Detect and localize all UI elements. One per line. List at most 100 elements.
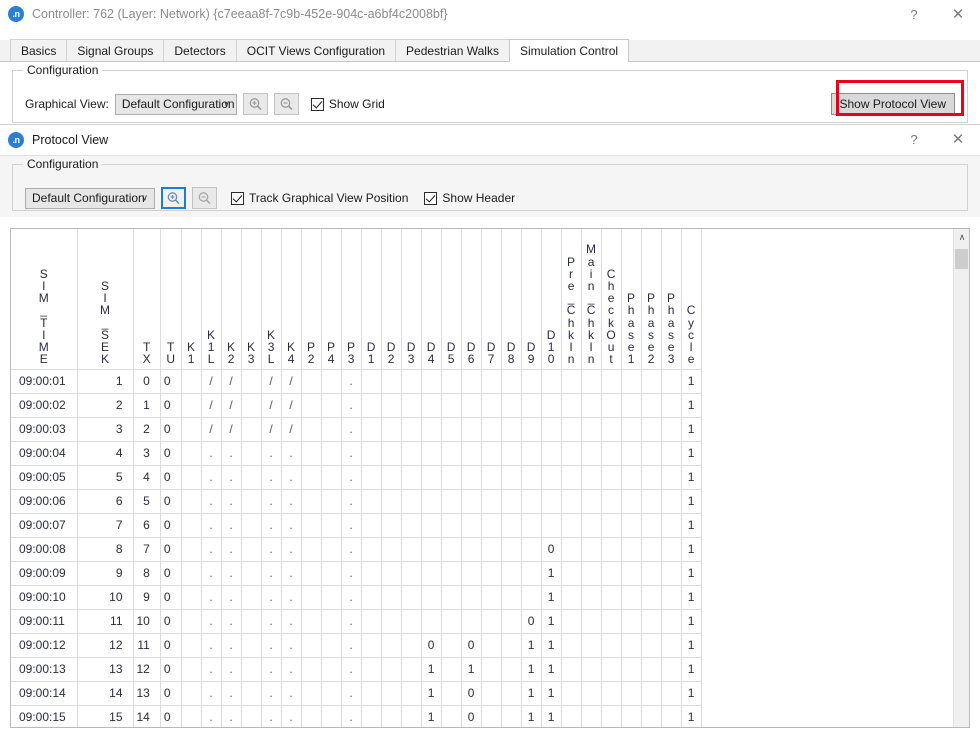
controller-tab-content: Configuration Graphical View: Default Co…	[0, 62, 980, 130]
table-row[interactable]: 09:00:1111100.....011	[11, 609, 701, 633]
cell-d3	[401, 705, 421, 727]
cell-checkout	[601, 585, 621, 609]
tab-simulation-control[interactable]: Simulation Control	[509, 39, 629, 62]
column-header-k4[interactable]: K 4	[281, 229, 301, 369]
column-header-main_chkin[interactable]: M a i n _ C h k I n	[581, 229, 601, 369]
graphical-view-combo[interactable]: Default Configuration ∨	[115, 94, 237, 115]
column-header-cycle[interactable]: C y c l e	[681, 229, 701, 369]
tab-detectors[interactable]: Detectors	[163, 39, 236, 61]
zoom-out-button[interactable]	[192, 187, 217, 209]
column-header-d3[interactable]: D 3	[401, 229, 421, 369]
table-row[interactable]: 09:00:03320////.1	[11, 417, 701, 441]
table-row[interactable]: 09:00:101090.....11	[11, 585, 701, 609]
tab-signal-groups[interactable]: Signal Groups	[66, 39, 164, 61]
help-button[interactable]: ?	[892, 125, 936, 153]
track-graphical-view-position-checkbox[interactable]: Track Graphical View Position	[231, 191, 408, 205]
cell-p4	[321, 681, 341, 705]
protocol-view-config-combo[interactable]: Default Configuration ∨	[25, 188, 155, 209]
cell-p4	[321, 585, 341, 609]
vertical-scrollbar[interactable]: ∧	[953, 229, 969, 727]
scrollbar-thumb[interactable]	[955, 249, 968, 269]
cell-phase2	[641, 537, 661, 561]
column-header-k3[interactable]: K 3	[241, 229, 261, 369]
tab-label: Signal Groups	[77, 44, 153, 58]
column-header-d2[interactable]: D 2	[381, 229, 401, 369]
column-header-d9[interactable]: D 9	[521, 229, 541, 369]
column-header-phase1[interactable]: P h a s e 1	[621, 229, 641, 369]
table-row[interactable]: 09:00:07760.....1	[11, 513, 701, 537]
cell-d3	[401, 489, 421, 513]
table-row[interactable]: 09:00:1414130.....10111	[11, 681, 701, 705]
show-grid-checkbox[interactable]: Show Grid	[311, 97, 385, 111]
close-button[interactable]: ✕	[936, 125, 980, 153]
table-row[interactable]: 09:00:1212110.....00111	[11, 633, 701, 657]
controller-window-buttons: ? ✕	[892, 0, 980, 28]
table-row[interactable]: 09:00:08870.....01	[11, 537, 701, 561]
column-header-phase2[interactable]: P h a s e 2	[641, 229, 661, 369]
cell-d5	[441, 465, 461, 489]
table-row[interactable]: 09:00:04430.....1	[11, 441, 701, 465]
tab-ocit-views-configuration[interactable]: OCIT Views Configuration	[236, 39, 396, 61]
cell-sim_time: 09:00:04	[11, 441, 77, 465]
column-header-sim_time[interactable]: S I M _ T I M E	[11, 229, 77, 369]
zoom-in-button[interactable]	[243, 93, 268, 115]
cell-phase3	[661, 537, 681, 561]
table-row[interactable]: 09:00:09980.....11	[11, 561, 701, 585]
zoom-in-button[interactable]	[161, 187, 186, 209]
cell-k1l: /	[201, 417, 221, 441]
show-protocol-view-button[interactable]: Show Protocol View	[831, 93, 956, 115]
column-header-tu[interactable]: T U	[160, 229, 181, 369]
column-header-label: P 3	[342, 341, 361, 365]
column-header-p4[interactable]: P 4	[321, 229, 341, 369]
cell-phase3	[661, 609, 681, 633]
column-header-checkout[interactable]: C h e c k O u t	[601, 229, 621, 369]
column-header-tx[interactable]: T X	[133, 229, 160, 369]
column-header-sim_sek[interactable]: S I M _ S E K	[77, 229, 133, 369]
column-header-pre_chkin[interactable]: P r e _ C h k I n	[561, 229, 581, 369]
column-header-label: D 4	[422, 341, 441, 365]
column-header-d7[interactable]: D 7	[481, 229, 501, 369]
cell-d4: 0	[421, 633, 441, 657]
table-row[interactable]: 09:00:01100////.1	[11, 369, 701, 393]
column-header-d4[interactable]: D 4	[421, 229, 441, 369]
column-header-k1[interactable]: K 1	[181, 229, 201, 369]
column-header-k3l[interactable]: K 3 L	[261, 229, 281, 369]
cell-d6	[461, 417, 481, 441]
cell-checkout	[601, 513, 621, 537]
column-header-label: D 8	[502, 341, 521, 365]
tab-basics[interactable]: Basics	[10, 39, 67, 61]
table-row[interactable]: 09:00:06650.....1	[11, 489, 701, 513]
protocol-view-config-panel: Configuration Default Configuration ∨	[0, 155, 980, 217]
table-row[interactable]: 09:00:1313120.....11111	[11, 657, 701, 681]
controller-window-title: Controller: 762 (Layer: Network) {c7eeaa…	[32, 7, 448, 21]
zoom-out-button[interactable]	[274, 93, 299, 115]
cell-d6	[461, 393, 481, 417]
tab-pedestrian-walks[interactable]: Pedestrian Walks	[395, 39, 510, 61]
column-header-d1[interactable]: D 1	[361, 229, 381, 369]
scroll-up-arrow-icon[interactable]: ∧	[954, 229, 970, 245]
help-button[interactable]: ?	[892, 0, 936, 28]
column-header-d5[interactable]: D 5	[441, 229, 461, 369]
cell-pre_chkin	[561, 537, 581, 561]
column-header-label: S I M _ S E K	[78, 280, 133, 365]
table-row[interactable]: 09:00:05540.....1	[11, 465, 701, 489]
cell-k1l: /	[201, 369, 221, 393]
table-row[interactable]: 09:00:02210////.1	[11, 393, 701, 417]
column-header-d6[interactable]: D 6	[461, 229, 481, 369]
column-header-p2[interactable]: P 2	[301, 229, 321, 369]
protocol-table-scroll-area[interactable]: S I M _ T I M ES I M _ S E KT XT UK 1K 1…	[11, 229, 953, 727]
cell-d3	[401, 513, 421, 537]
cell-d3	[401, 537, 421, 561]
cell-k1l: .	[201, 513, 221, 537]
column-header-d8[interactable]: D 8	[501, 229, 521, 369]
column-header-d10[interactable]: D 1 0	[541, 229, 561, 369]
close-button[interactable]: ✕	[936, 0, 980, 28]
column-header-p3[interactable]: P 3	[341, 229, 361, 369]
cell-k2: .	[221, 633, 241, 657]
column-header-phase3[interactable]: P h a s e 3	[661, 229, 681, 369]
table-row[interactable]: 09:00:1515140.....10111	[11, 705, 701, 727]
column-header-k1l[interactable]: K 1 L	[201, 229, 221, 369]
show-header-checkbox[interactable]: Show Header	[424, 191, 515, 205]
cell-k3	[241, 513, 261, 537]
column-header-k2[interactable]: K 2	[221, 229, 241, 369]
